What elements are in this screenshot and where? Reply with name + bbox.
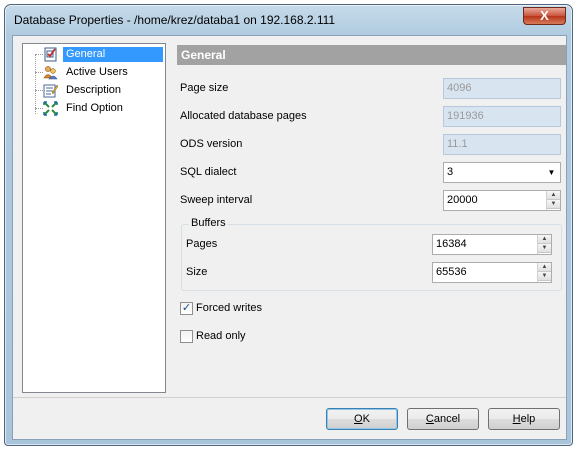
ods-version-field: 11.1 (443, 134, 561, 155)
buffer-size-spinner[interactable]: ▲ ▼ (537, 263, 551, 282)
nav-item-active-users[interactable]: Active Users (43, 64, 165, 81)
nav-item-label: Description (66, 84, 122, 96)
nav-item-label: Find Option (66, 102, 123, 114)
buffer-pages-field[interactable]: 16384 ▲ ▼ (432, 234, 552, 255)
buffers-group-title: Buffers (189, 217, 228, 229)
sql-dialect-select[interactable]: 3 ▼ (443, 162, 561, 183)
nav-item-label: Active Users (66, 66, 128, 78)
cancel-mnemonic: C (425, 413, 434, 425)
sql-dialect-label: SQL dialect (180, 166, 237, 178)
sweep-interval-field[interactable]: 20000 ▲ ▼ (443, 190, 561, 211)
sql-dialect-value: 3 (447, 166, 454, 178)
allocated-pages-label: Allocated database pages (180, 110, 307, 122)
dialog-client-area: General Active Users Description Find Op… (12, 35, 567, 440)
allocated-pages-field: 191936 (443, 106, 561, 127)
buffer-pages-label: Pages (186, 238, 218, 250)
ods-version-label: ODS version (180, 138, 243, 150)
spin-up-icon[interactable]: ▲ (547, 191, 560, 200)
ok-mnemonic: O (354, 413, 363, 425)
close-button[interactable]: X (523, 7, 566, 25)
general-checklist-icon (43, 47, 58, 62)
sweep-interval-label: Sweep interval (180, 194, 253, 206)
page-size-label: Page size (180, 82, 229, 94)
spin-up-icon[interactable]: ▲ (538, 235, 551, 244)
nav-item-find-option[interactable]: Find Option (43, 100, 165, 117)
page-size-field: 4096 (443, 78, 561, 99)
find-option-icon (43, 101, 58, 116)
description-icon (43, 83, 59, 98)
buffer-size-label: Size (186, 266, 208, 278)
chevron-down-icon[interactable]: ▼ (543, 163, 560, 182)
button-bar-divider (13, 397, 566, 398)
sweep-interval-spinner[interactable]: ▲ ▼ (546, 191, 560, 210)
checkmark-icon: ✓ (181, 302, 192, 314)
spin-up-icon[interactable]: ▲ (538, 263, 551, 272)
section-header: General (177, 45, 566, 65)
sweep-interval-value: 20000 (447, 194, 478, 206)
read-only-label[interactable]: Read only (196, 330, 246, 342)
spin-down-icon[interactable]: ▼ (547, 200, 560, 209)
spin-down-icon[interactable]: ▼ (538, 244, 551, 253)
nav-item-description[interactable]: Description (43, 82, 165, 99)
cancel-button[interactable]: Cancel (407, 408, 479, 430)
buffer-pages-spinner[interactable]: ▲ ▼ (537, 235, 551, 254)
help-button[interactable]: Help (488, 408, 560, 430)
help-mnemonic: H (512, 413, 521, 425)
read-only-checkbox[interactable] (180, 330, 193, 343)
help-label-rest: elp (520, 413, 536, 425)
ok-button[interactable]: OK (326, 408, 398, 430)
forced-writes-checkbox[interactable]: ✓ (180, 302, 193, 315)
cancel-label-rest: ancel (433, 413, 461, 425)
nav-item-label: General (63, 47, 163, 62)
tree-connector (35, 54, 36, 114)
nav-item-general[interactable]: General (43, 46, 165, 63)
spin-down-icon[interactable]: ▼ (538, 272, 551, 281)
nav-tree: General Active Users Description Find Op… (22, 43, 166, 393)
window-title: Database Properties - /home/krez/databa1… (14, 13, 336, 27)
ok-label-rest: K (362, 413, 370, 425)
dialog-window: Database Properties - /home/krez/databa1… (4, 4, 573, 446)
buffer-size-field[interactable]: 65536 ▲ ▼ (432, 262, 552, 283)
forced-writes-label[interactable]: Forced writes (196, 302, 262, 314)
users-icon (43, 65, 58, 80)
buffer-size-value: 65536 (436, 266, 467, 278)
buffer-pages-value: 16384 (436, 238, 467, 250)
